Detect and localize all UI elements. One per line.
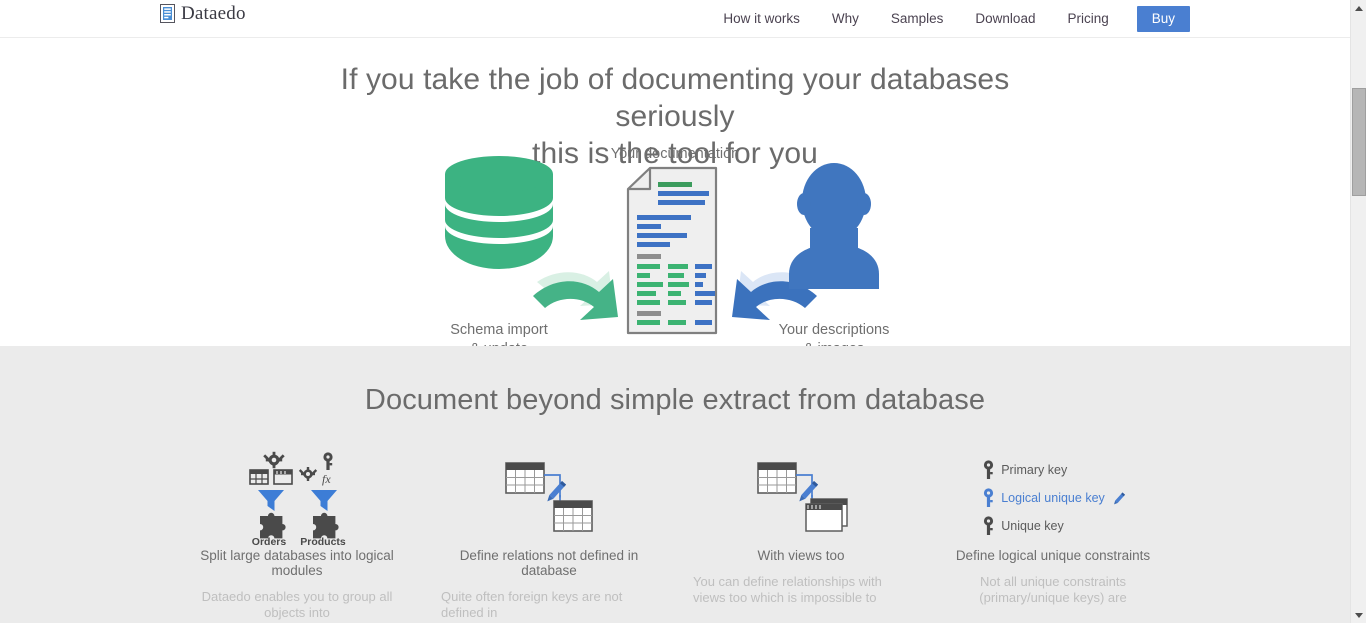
site-header: Dataedo How it works Why Samples Downloa… <box>0 0 1350 38</box>
feature-body-modules: Dataedo enables you to group all objects… <box>201 589 393 620</box>
header-inner: Dataedo How it works Why Samples Downloa… <box>160 0 1190 38</box>
label-your-descriptions-line-1: Your descriptions <box>779 322 890 338</box>
key-label-logical-unique: Logical unique key <box>1001 491 1105 505</box>
feature-column-relations: Define relations not defined in database… <box>423 450 675 620</box>
label-schema-import-line-1: Schema import <box>450 322 548 338</box>
features-section: Document beyond simple extract from data… <box>0 346 1350 623</box>
key-label-primary: Primary key <box>1001 463 1068 477</box>
table-view-relation-icon <box>693 450 909 546</box>
main-navigation: How it works Why Samples Download Pricin… <box>707 0 1190 38</box>
table-relation-pencil-icon <box>441 450 657 546</box>
hero-illustration: Schema import & update Your documentatio… <box>425 139 925 357</box>
scroll-down-arrow-icon[interactable] <box>1351 607 1366 623</box>
workflow-diagram-svg: Schema import & update Your documentatio… <box>445 139 890 357</box>
page-title: If you take the job of documenting your … <box>305 39 1045 172</box>
features-title: Document beyond simple extract from data… <box>364 384 986 416</box>
brand-logo-link[interactable]: Dataedo <box>160 4 246 23</box>
buy-button[interactable]: Buy <box>1136 6 1190 32</box>
feature-body-views: You can define relationships with views … <box>693 574 882 605</box>
nav-samples[interactable]: Samples <box>875 0 960 38</box>
svg-text:fx: fx <box>322 472 331 486</box>
view-icon <box>805 497 848 532</box>
scroll-up-arrow-icon[interactable] <box>1351 0 1366 16</box>
funnel-icon <box>258 489 284 511</box>
document-logo-icon <box>160 4 175 23</box>
key-label-unique: Unique key <box>1001 519 1064 533</box>
pencil-icon[interactable] <box>1112 491 1127 506</box>
feature-heading-modules: Split large databases into logical modul… <box>200 548 394 578</box>
feature-column-constraints: Primary key Logical unique key Unique ke… <box>927 450 1179 620</box>
key-row-unique: Unique key <box>983 516 1127 536</box>
key-row-primary: Primary key <box>983 460 1127 480</box>
key-row-logical-unique: Logical unique key <box>983 488 1127 508</box>
feature-body-constraints: Not all unique constraints (primary/uniq… <box>979 574 1127 605</box>
keys-list-icon: Primary key Logical unique key Unique ke… <box>945 450 1161 546</box>
page-viewport: Dataedo How it works Why Samples Downloa… <box>0 0 1350 623</box>
brand-name: Dataedo <box>181 3 246 24</box>
feature-column-modules: fx Orders Products Split large databases… <box>171 450 423 620</box>
module-label-products: Products <box>300 536 346 546</box>
nav-pricing[interactable]: Pricing <box>1051 0 1124 38</box>
key-list: Primary key Logical unique key Unique ke… <box>979 460 1127 536</box>
user-avatar-icon <box>789 163 879 289</box>
puzzle-piece-icon <box>260 512 286 538</box>
hero-title-line-1: If you take the job of documenting your … <box>340 63 1010 133</box>
feature-heading-views: With views too <box>757 548 845 563</box>
key-icon-blue <box>984 488 994 507</box>
feature-column-views: With views too You can define relationsh… <box>675 450 927 620</box>
hero-section: If you take the job of documenting your … <box>0 38 1350 357</box>
key-icon <box>984 460 994 479</box>
documentation-page-icon <box>626 166 718 335</box>
nav-download[interactable]: Download <box>959 0 1051 38</box>
nav-why[interactable]: Why <box>816 0 875 38</box>
green-import-arrow-icon <box>533 271 618 320</box>
nav-how-it-works[interactable]: How it works <box>707 0 816 38</box>
feature-heading-relations: Define relations not defined in database <box>459 548 639 578</box>
scrollbar-thumb[interactable] <box>1352 88 1366 196</box>
feature-body-relations: Quite often foreign keys are not defined… <box>441 589 623 620</box>
modules-puzzle-icon: fx Orders Products <box>189 450 405 546</box>
key-icon <box>984 516 994 535</box>
vertical-scrollbar[interactable] <box>1350 0 1366 623</box>
database-cylinder-icon <box>445 156 553 269</box>
feature-heading-constraints: Define logical unique constraints <box>955 548 1151 563</box>
pencil-icon <box>547 480 567 501</box>
module-label-orders: Orders <box>252 536 287 546</box>
feature-columns: fx Orders Products Split large databases… <box>171 450 1179 620</box>
